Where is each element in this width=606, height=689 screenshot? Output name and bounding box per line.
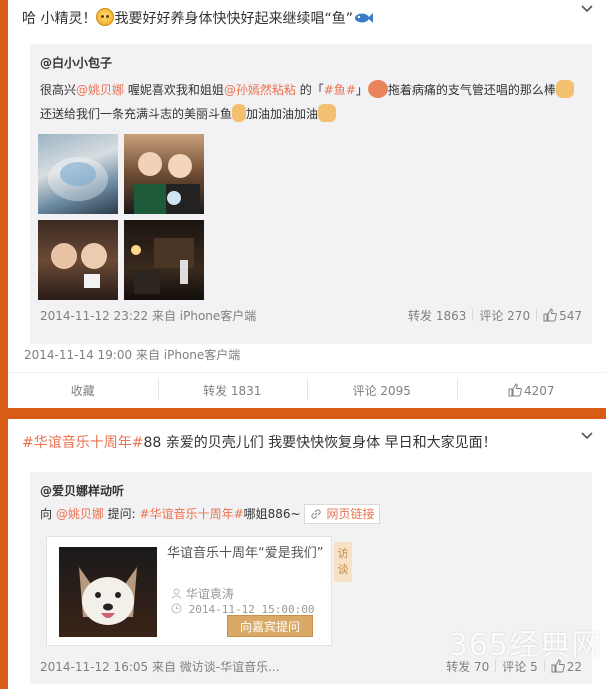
retweet-text: 哪姐886~ (243, 507, 301, 521)
retweet-text: 」 (355, 83, 368, 97)
photo-thumbnail[interactable] (38, 134, 118, 214)
retweet-line: 向 @姚贝娜 提问: #华谊音乐十周年#哪姐886~ 网页链接 (40, 504, 381, 524)
sick-emoji-icon (367, 80, 388, 98)
dog-photo (59, 547, 157, 637)
clapping-emoji-icon (318, 104, 337, 122)
interview-title[interactable]: 华谊音乐十周年“爱是我们” (167, 545, 327, 563)
interview-card[interactable]: 华谊音乐十周年“爱是我们” 华谊袁涛 2014-11-12 15:00:00 向… (46, 536, 332, 646)
retweet-like-count[interactable]: 547 (559, 309, 582, 323)
post-text-main: 我要好好养身体快快好起来继续唱“鱼” (114, 11, 353, 27)
post-text-main: 88 亲爱的贝壳儿们 我要快快恢复身体 早日和大家见面！ (143, 435, 497, 451)
post-text: #华谊音乐十周年#88 亲爱的贝壳儿们 我要快快恢复身体 早日和大家见面！ (22, 433, 497, 453)
thumbs-up-icon (508, 383, 522, 397)
chevron-down-icon[interactable] (580, 429, 594, 443)
pointing-down-emoji-icon (232, 104, 247, 122)
photo-thumbnail[interactable] (124, 220, 204, 300)
chevron-down-icon[interactable] (580, 2, 594, 16)
retweet-line-1: 很高兴@姚贝娜 喔妮喜欢我和姐姐@孙嫣然粘粘 的「#鱼#」 拖着病痛的支气管还唱的… (40, 80, 574, 100)
link-icon (311, 509, 322, 519)
retweet-text: 的「 (295, 83, 324, 97)
topic-link[interactable]: #鱼# (324, 83, 356, 97)
mention-link[interactable]: @姚贝娜 (56, 507, 104, 521)
smile-emoji-icon (96, 8, 115, 26)
photo-thumbnail[interactable] (38, 220, 118, 300)
photo-thumbnail[interactable] (124, 134, 204, 214)
user-icon (171, 588, 182, 599)
post-text-prefix: 哈 小精灵！ (22, 11, 97, 27)
retweet-text: 向 (40, 507, 56, 521)
comment-button[interactable]: 评论 2095 (307, 378, 457, 400)
fish-emoji-icon (354, 13, 373, 23)
thumbs-up-emoji-icon (555, 80, 574, 98)
retweet-meta[interactable]: 2014-11-12 23:22 来自 iPhone客户端 (40, 307, 256, 324)
clock-icon (171, 603, 182, 614)
retweet-text: 拖着病痛的支气管还唱的那么棒 (387, 83, 556, 97)
retweet-repost-count[interactable]: 转发 1863 (408, 307, 466, 324)
weibo-post-1: 哈 小精灵！ 我要好好养身体快快好起来继续唱“鱼” @白小小包子 很高兴@姚贝娜 … (8, 0, 606, 408)
mention-link[interactable]: @孙嫣然粘粘 (224, 83, 296, 97)
ask-guest-button[interactable]: 向嘉宾提问 (227, 615, 313, 637)
interview-side-tag[interactable]: 访谈 (334, 542, 352, 582)
like-button[interactable]: 4207 (456, 379, 606, 401)
retweet-comment-count[interactable]: 评论 270 (479, 307, 530, 324)
post-text: 哈 小精灵！ 我要好好养身体快快好起来继续唱“鱼” (22, 8, 373, 29)
web-link-label: 网页链接 (326, 507, 375, 521)
action-bar: 收藏 转发 1831 评论 2095 4207 (8, 372, 606, 408)
retweet-line-2: 还送给我们一条充满斗志的美丽斗鱼 加油加油加油 (40, 104, 337, 124)
repost-button[interactable]: 转发 1831 (157, 378, 308, 400)
topic-link[interactable]: #华谊音乐十周年# (22, 435, 143, 451)
retweet-author[interactable]: @白小小包子 (40, 54, 112, 71)
like-count: 4207 (523, 384, 555, 398)
favorite-button[interactable]: 收藏 (8, 382, 158, 399)
mention-link[interactable]: @姚贝娜 (76, 83, 124, 97)
retweet-text: 很高兴 (40, 83, 77, 97)
retweet-box: @白小小包子 很高兴@姚贝娜 喔妮喜欢我和姐姐@孙嫣然粘粘 的「#鱼#」 拖着病痛… (30, 44, 592, 344)
retweet-text: 还送给我们一条充满斗志的美丽斗鱼 (40, 107, 233, 121)
retweet-text: 加油加油加油 (246, 107, 319, 121)
web-link-button[interactable]: 网页链接 (304, 504, 381, 524)
watermark-logo: 365经典网 (448, 628, 602, 663)
thumbs-up-icon (543, 308, 557, 322)
topic-link[interactable]: #华谊音乐十周年# (140, 507, 244, 521)
retweet-text: 提问: (103, 507, 140, 521)
retweet-counts: 转发 1863 评论 270 547 (408, 307, 582, 324)
interview-host: 华谊袁涛 (171, 585, 234, 602)
post-meta[interactable]: 2014-11-14 19:00 来自 iPhone客户端 (24, 346, 240, 363)
retweet-meta[interactable]: 2014-11-12 16:05 来自 微访谈-华谊音乐... (40, 658, 280, 675)
host-name: 华谊袁涛 (185, 587, 234, 601)
retweet-author[interactable]: @爱贝娜样动听 (40, 482, 124, 499)
retweet-text: 喔妮喜欢我和姐姐 (124, 83, 224, 97)
